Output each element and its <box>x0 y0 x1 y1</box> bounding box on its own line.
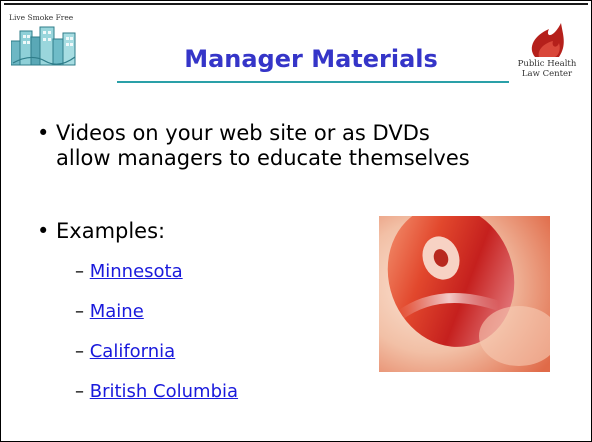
link-minnesota[interactable]: Minnesota <box>90 261 183 282</box>
bullet-dot: • <box>37 219 50 243</box>
slide-title: Manager Materials <box>184 45 438 73</box>
live-smoke-free-logo: Live Smoke Free <box>9 13 79 69</box>
dash: – <box>75 381 84 402</box>
dash: – <box>75 261 84 282</box>
example-item-minnesota: – Minnesota <box>75 261 183 282</box>
dash: – <box>75 341 84 362</box>
dvd-disc-photo <box>379 216 550 372</box>
bullet-dot: • <box>37 121 50 145</box>
logo-line-1: Public Health <box>517 59 577 69</box>
bullet-line: Examples: <box>56 219 166 243</box>
top-rule <box>4 3 588 5</box>
link-british-columbia[interactable]: British Columbia <box>90 381 238 402</box>
logo-line-2: Law Center <box>521 69 573 79</box>
example-item-maine: – Maine <box>75 301 144 322</box>
example-item-british-columbia: – British Columbia <box>75 381 238 402</box>
example-item-california: – California <box>75 341 175 362</box>
flame-icon <box>531 23 564 57</box>
bullet-line: allow managers to educate themselves <box>56 146 470 170</box>
live-smoke-free-logo-text: Live Smoke Free <box>9 13 74 22</box>
link-california[interactable]: California <box>90 341 175 362</box>
bullet-line: Videos on your web site or as DVDs <box>56 121 430 145</box>
link-maine[interactable]: Maine <box>90 301 144 322</box>
dash: – <box>75 301 84 322</box>
public-health-law-center-logo: Public Health Law Center <box>509 17 585 85</box>
slide: Live Smoke Free Manager Materials Public… <box>0 0 592 442</box>
title-underline <box>117 81 509 83</box>
city-buildings-icon <box>11 26 76 66</box>
